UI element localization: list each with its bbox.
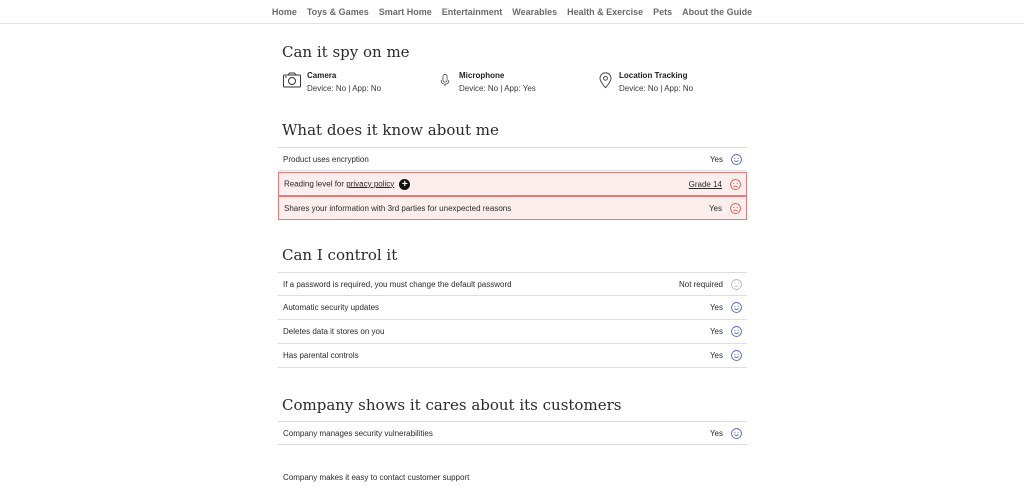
row-label: Product uses encryption [283, 154, 369, 164]
row-answer: Yes [709, 428, 723, 438]
camera-label: Camera [307, 71, 337, 80]
row-label: Deletes data it stores on you [283, 327, 385, 336]
row-parental-controls: Has parental controls Yes [278, 344, 747, 368]
nav-about-guide[interactable]: About the Guide [682, 7, 752, 17]
nav-health-exercise[interactable]: Health & Exercise [567, 7, 643, 17]
frown-icon [730, 178, 741, 190]
expand-plus-icon[interactable]: + [399, 178, 411, 190]
section-title-spy: Can it spy on me [282, 43, 410, 61]
smile-icon [731, 302, 742, 313]
microphone-value: Device: No | App: Yes [459, 84, 536, 93]
row-encryption: Product uses encryption Yes [278, 147, 747, 171]
row-label: Shares your information with 3rd parties… [284, 203, 512, 213]
row-default-password: If a password is required, you must chan… [278, 272, 747, 296]
row-answer: Not required [678, 279, 723, 289]
row-label: Has parental controls [283, 351, 359, 360]
spy-microphone: Microphone Device: No | App: Yes [438, 70, 536, 94]
location-value: Device: No | App: No [619, 84, 694, 93]
smile-icon [731, 153, 742, 165]
section-title-know: What does it know about me [282, 121, 499, 139]
nav-wearables[interactable]: Wearables [512, 7, 557, 17]
nav-smart-home[interactable]: Smart Home [379, 7, 432, 17]
row-label: Company manages security vulnerabilities [283, 428, 433, 438]
row-label: Automatic security updates [283, 303, 380, 312]
neutral-face-icon [731, 278, 742, 290]
spy-location: Location Tracking Device: No | App: No [597, 70, 693, 94]
row-answer: Yes [709, 303, 723, 312]
nav-home[interactable]: Home [272, 7, 297, 17]
frown-icon [730, 202, 741, 214]
row-security-updates: Automatic security updates Yes [278, 296, 747, 320]
smile-icon [731, 427, 742, 439]
location-pin-icon [599, 72, 612, 89]
camera-value: Device: No | App: No [307, 84, 382, 93]
row-answer: Yes [708, 203, 722, 213]
customer-support-label: Company makes it easy to contact custome… [283, 473, 470, 482]
section-title-control: Can I control it [282, 246, 398, 264]
row-answer: Yes [709, 327, 723, 336]
row-security-vulnerabilities: Company manages security vulnerabilities… [278, 421, 747, 445]
location-label: Location Tracking [619, 71, 688, 80]
row-label: If a password is required, you must chan… [283, 279, 512, 289]
spy-camera: Camera Device: No | App: No [282, 70, 381, 94]
row-answer: Yes [709, 154, 723, 164]
nav-toys-games[interactable]: Toys & Games [307, 7, 369, 17]
row-reading-level: Reading level for privacy policy + Grade … [278, 172, 747, 196]
camera-icon [283, 72, 301, 88]
reading-level-prefix: Reading level for [284, 179, 347, 189]
reading-level-answer-link[interactable]: Grade 14 [689, 180, 722, 189]
row-deletes-data: Deletes data it stores on you Yes [278, 320, 747, 344]
smile-icon [731, 326, 742, 337]
top-navigation: Home Toys & Games Smart Home Entertainme… [0, 0, 1024, 24]
section-title-company: Company shows it cares about its custome… [282, 396, 622, 414]
microphone-label: Microphone [459, 71, 505, 80]
row-label: Reading level for privacy policy + [284, 178, 689, 190]
row-answer: Yes [709, 351, 723, 360]
row-shares-info: Shares your information with 3rd parties… [278, 196, 747, 220]
privacy-policy-link[interactable]: privacy policy [346, 179, 394, 188]
microphone-icon [440, 74, 450, 87]
nav-entertainment[interactable]: Entertainment [442, 7, 503, 17]
smile-icon [731, 350, 742, 361]
nav-pets[interactable]: Pets [653, 7, 672, 17]
